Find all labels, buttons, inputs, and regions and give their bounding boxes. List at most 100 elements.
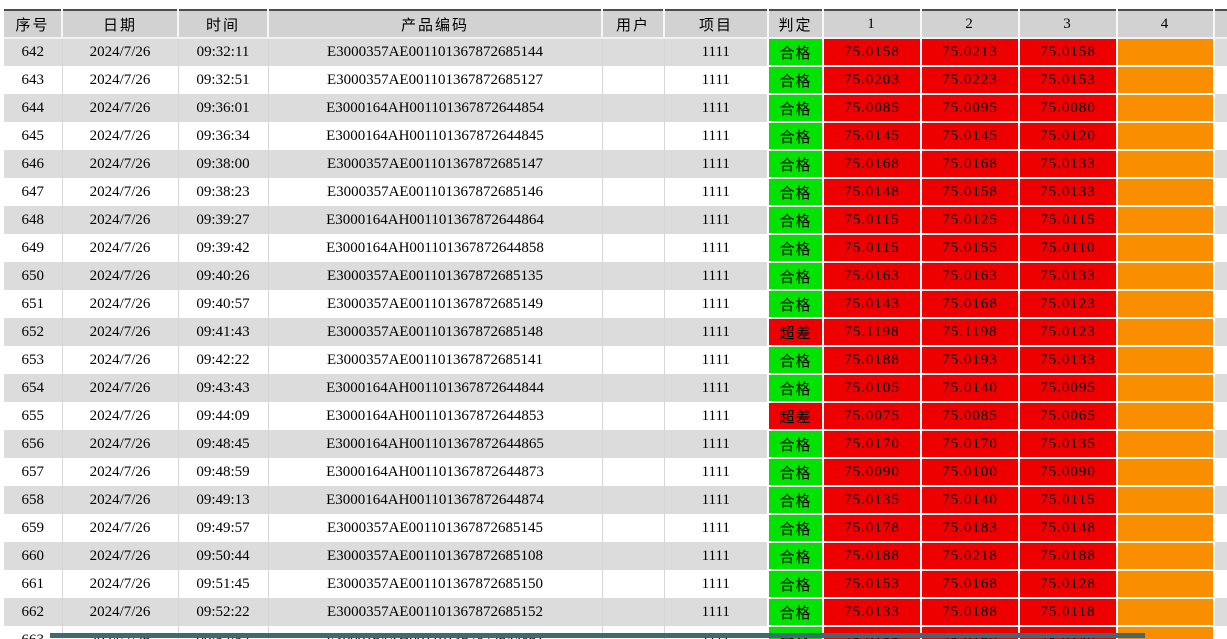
cell-measure-3: 75.0095: [1018, 373, 1118, 403]
cell-serial: 659: [21, 519, 45, 536]
header-time: 时间: [177, 10, 268, 39]
table-row[interactable]: 655 2024/7/26 09:44:09 E3000164AH0011013…: [4, 401, 1227, 431]
table-row[interactable]: 660 2024/7/26 09:50:44 E3000357AE0011013…: [4, 541, 1227, 571]
cell-measure-1: 75.0133: [822, 597, 922, 627]
cell-user: [601, 346, 664, 374]
cell-serial: 652: [21, 323, 45, 340]
cell-measure-1: 75.0158: [822, 37, 922, 67]
cell-judgment: 合格: [767, 261, 824, 291]
cell-extra: [1213, 430, 1227, 458]
table-row[interactable]: 657 2024/7/26 09:48:59 E3000164AH0011013…: [4, 457, 1227, 487]
cell-measure-3: 75.0118: [1018, 597, 1118, 627]
table-row[interactable]: 648 2024/7/26 09:39:27 E3000164AH0011013…: [4, 205, 1227, 235]
cell-user: [601, 150, 664, 178]
table-row[interactable]: 653 2024/7/26 09:42:22 E3000357AE0011013…: [4, 345, 1227, 375]
header-serial: 序号: [4, 10, 62, 39]
cell-date: 2024/7/26: [61, 122, 178, 150]
cell-measure-2: 75.0085: [920, 401, 1020, 431]
cell-measure-3: 75.0128: [1018, 569, 1118, 599]
header-measure-1: 1: [822, 10, 921, 39]
cell-measure-1: 75.0105: [822, 373, 922, 403]
cell-project: 1111: [663, 542, 768, 570]
table-row[interactable]: 650 2024/7/26 09:40:26 E3000357AE0011013…: [4, 261, 1227, 291]
cell-measure-3: 75.0115: [1018, 205, 1118, 235]
header-extra: [1213, 10, 1227, 39]
cell-judgment: 合格: [767, 485, 824, 515]
cell-time: 09:48:45: [177, 430, 268, 458]
header-measure-4: 4: [1116, 10, 1214, 39]
cell-extra: [1213, 318, 1227, 346]
cell-serial: 650: [21, 267, 45, 284]
cell-measure-2: 75.0168: [920, 289, 1020, 319]
measurement-data-screen: 序号 日期 时间 产品编码 用户 项目 判定 1 2 3 4 642 2024/…: [0, 0, 1227, 639]
table-row[interactable]: 642 2024/7/26 09:32:11 E3000357AE0011013…: [4, 37, 1227, 67]
cell-time: 09:44:09: [177, 402, 268, 430]
cell-time: 09:39:42: [177, 234, 268, 262]
cell-measure-4: [1116, 373, 1215, 403]
cell-project: 1111: [663, 262, 768, 290]
cell-extra: [1213, 178, 1227, 206]
cell-serial: 648: [21, 211, 45, 228]
table-row[interactable]: 658 2024/7/26 09:49:13 E3000164AH0011013…: [4, 485, 1227, 515]
cell-measure-4: [1116, 177, 1215, 207]
cell-judgment: 超差: [767, 317, 824, 347]
cell-measure-3: 75.0133: [1018, 345, 1118, 375]
cell-user: [601, 290, 664, 318]
table-row[interactable]: 643 2024/7/26 09:32:51 E3000357AE0011013…: [4, 65, 1227, 95]
cell-judgment: 合格: [767, 373, 824, 403]
cell-measure-2: 75.1198: [920, 317, 1020, 347]
cell-project: 1111: [663, 66, 768, 94]
cell-date: 2024/7/26: [61, 486, 178, 514]
cell-measure-4: [1116, 457, 1215, 487]
cell-product-code: E3000357AE001101367872685108: [267, 542, 602, 570]
table-row[interactable]: 646 2024/7/26 09:38:00 E3000357AE0011013…: [4, 149, 1227, 179]
cell-product-code: E3000164AH001101367872644844: [267, 374, 602, 402]
cell-user: [601, 486, 664, 514]
cell-project: 1111: [663, 318, 768, 346]
cell-user: [601, 262, 664, 290]
cell-measure-1: 75.1198: [822, 317, 922, 347]
table-row[interactable]: 652 2024/7/26 09:41:43 E3000357AE0011013…: [4, 317, 1227, 347]
cell-measure-2: 75.0168: [920, 569, 1020, 599]
cell-measure-1: 75.0163: [822, 261, 922, 291]
table-row[interactable]: 654 2024/7/26 09:43:43 E3000164AH0011013…: [4, 373, 1227, 403]
cell-serial: 647: [21, 183, 45, 200]
table-row[interactable]: 649 2024/7/26 09:39:42 E3000164AH0011013…: [4, 233, 1227, 263]
table-row[interactable]: 644 2024/7/26 09:36:01 E3000164AH0011013…: [4, 93, 1227, 123]
cell-judgment: 合格: [767, 149, 824, 179]
cell-measure-2: 75.0125: [920, 205, 1020, 235]
table-row[interactable]: 647 2024/7/26 09:38:23 E3000357AE0011013…: [4, 177, 1227, 207]
table-row[interactable]: 656 2024/7/26 09:48:45 E3000164AH0011013…: [4, 429, 1227, 459]
cell-measure-4: [1116, 149, 1215, 179]
table-row[interactable]: 645 2024/7/26 09:36:34 E3000164AH0011013…: [4, 121, 1227, 151]
table-row[interactable]: 651 2024/7/26 09:40:57 E3000357AE0011013…: [4, 289, 1227, 319]
cell-date: 2024/7/26: [61, 542, 178, 570]
cell-measure-4: [1116, 597, 1215, 627]
cell-product-code: E3000164AH001101367872644854: [267, 94, 602, 122]
cell-measure-2: 75.0145: [920, 121, 1020, 151]
cell-measure-2: 75.0158: [920, 177, 1020, 207]
cell-judgment: 合格: [767, 233, 824, 263]
cell-product-code: E3000164AH001101367872644858: [267, 234, 602, 262]
cell-date: 2024/7/26: [61, 178, 178, 206]
table-row[interactable]: 662 2024/7/26 09:52:22 E3000357AE0011013…: [4, 597, 1227, 627]
cell-measure-1: 75.0153: [822, 569, 922, 599]
cell-product-code: E3000357AE001101367872685144: [267, 38, 602, 66]
cell-serial: 651: [21, 295, 45, 312]
cell-product-code: E3000357AE001101367872685149: [267, 290, 602, 318]
cell-extra: [1213, 626, 1227, 639]
cell-measure-1: 75.0143: [822, 289, 922, 319]
cell-judgment: 合格: [767, 541, 824, 571]
header-date: 日期: [61, 10, 178, 39]
table-row[interactable]: 659 2024/7/26 09:49:57 E3000357AE0011013…: [4, 513, 1227, 543]
cell-extra: [1213, 66, 1227, 94]
cell-measure-3: 75.0148: [1018, 513, 1118, 543]
grid-header: 序号 日期 时间 产品编码 用户 项目 判定 1 2 3 4: [4, 10, 1227, 39]
cell-project: 1111: [663, 150, 768, 178]
cell-project: 1111: [663, 598, 768, 626]
cell-serial: 656: [21, 435, 45, 452]
cell-extra: [1213, 542, 1227, 570]
cell-extra: [1213, 402, 1227, 430]
cell-serial: 646: [21, 155, 45, 172]
table-row[interactable]: 661 2024/7/26 09:51:45 E3000357AE0011013…: [4, 569, 1227, 599]
